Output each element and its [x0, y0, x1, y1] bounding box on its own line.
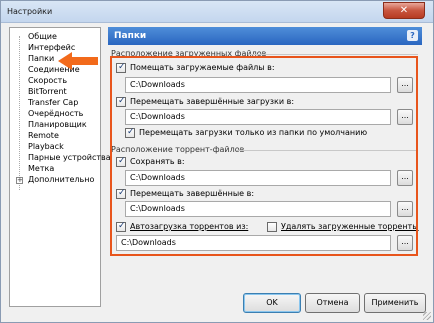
pointer-arrow-icon	[58, 52, 98, 70]
panel-header: Папки ?	[108, 27, 422, 45]
sidebar-item-scheduler[interactable]: Планировщик	[28, 120, 87, 131]
panel-title: Папки	[114, 31, 147, 41]
sidebar-item-label[interactable]: Метка	[28, 164, 54, 175]
sidebar-item-bittorrent[interactable]: BitTorrent	[28, 87, 67, 98]
ok-button[interactable]: OK	[243, 293, 301, 313]
window-title: Настройки	[7, 7, 53, 16]
close-button[interactable]: ✕	[383, 2, 425, 19]
apply-button[interactable]: Применить	[364, 293, 426, 313]
highlight-frame	[110, 56, 418, 256]
sidebar-item-transfer-cap[interactable]: Transfer Cap	[28, 98, 78, 109]
title-bar: Настройки ✕	[1, 1, 433, 23]
sidebar-item-folders[interactable]: Папки	[28, 54, 55, 65]
tree-connector	[19, 36, 20, 190]
help-icon[interactable]: ?	[407, 30, 418, 41]
sidebar-item-paired-devices[interactable]: Парные устройства	[28, 153, 111, 164]
expand-icon[interactable]: +	[16, 177, 23, 184]
section-divider	[248, 54, 418, 55]
sidebar-item-queueing[interactable]: Очерёдность	[28, 109, 83, 120]
sidebar-item-general[interactable]: Общие	[28, 32, 57, 43]
sidebar-item-advanced[interactable]: Дополнительно	[28, 175, 94, 186]
sidebar-item-remote[interactable]: Remote	[28, 131, 59, 142]
sidebar-item-playback[interactable]: Playback	[28, 142, 64, 153]
resize-grip-icon[interactable]	[423, 312, 431, 320]
settings-window: Настройки ✕ Общие Интерфейс Папки Соедин…	[0, 0, 434, 323]
cancel-button[interactable]: Отмена	[305, 293, 360, 313]
sidebar-item-speed[interactable]: Скорость	[28, 76, 67, 87]
